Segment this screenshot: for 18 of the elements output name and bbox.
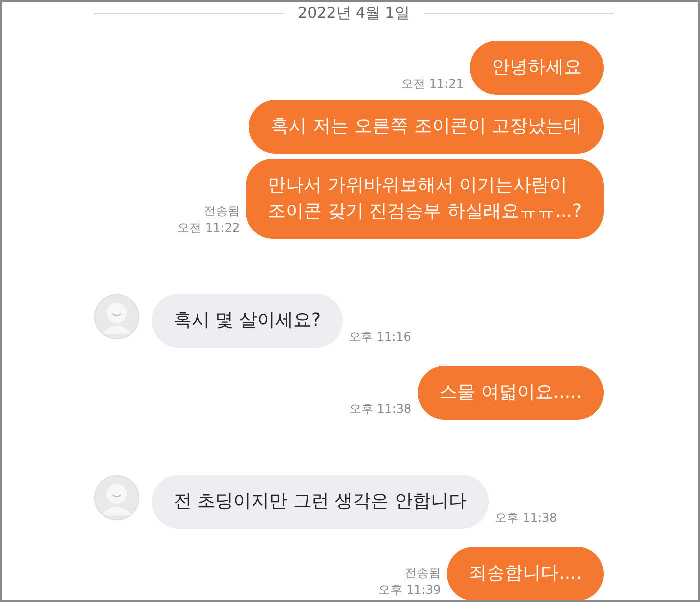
message-time: 오전 11:21 bbox=[402, 76, 464, 93]
sent-message-bubble: 죄송합니다.... bbox=[447, 547, 604, 600]
sent-message-bubble: 스물 여덟이요..... bbox=[418, 366, 604, 420]
received-message-bubble: 혹시 몇 살이세요? bbox=[152, 294, 343, 348]
sent-message-bubble: 만나서 가위바위보해서 이기는사람이 조이콘 갖기 진검승부 하실래요ㅠㅠ...? bbox=[246, 159, 604, 239]
sent-message-bubble: 혹시 저는 오른쪽 조이콘이 고장났는데 bbox=[249, 100, 604, 154]
avatar-icon bbox=[94, 475, 140, 521]
message-time: 오후 11:38 bbox=[494, 510, 558, 527]
sent-status: 전송됨 bbox=[204, 203, 240, 220]
message-time: 오후 11:39 bbox=[378, 582, 442, 599]
message-time: 오후 11:16 bbox=[349, 329, 412, 346]
avatar-icon bbox=[94, 294, 140, 340]
message-time: 오후 11:38 bbox=[349, 401, 412, 418]
sent-message-bubble: 안녕하세요 bbox=[470, 41, 604, 95]
date-divider: 2022년 4월 1일 bbox=[298, 4, 410, 23]
received-message-bubble: 전 초딩이지만 그런 생각은 안합니다 bbox=[152, 475, 489, 529]
sent-status: 전송됨 bbox=[405, 565, 442, 582]
message-time: 오전 11:22 bbox=[178, 220, 240, 237]
